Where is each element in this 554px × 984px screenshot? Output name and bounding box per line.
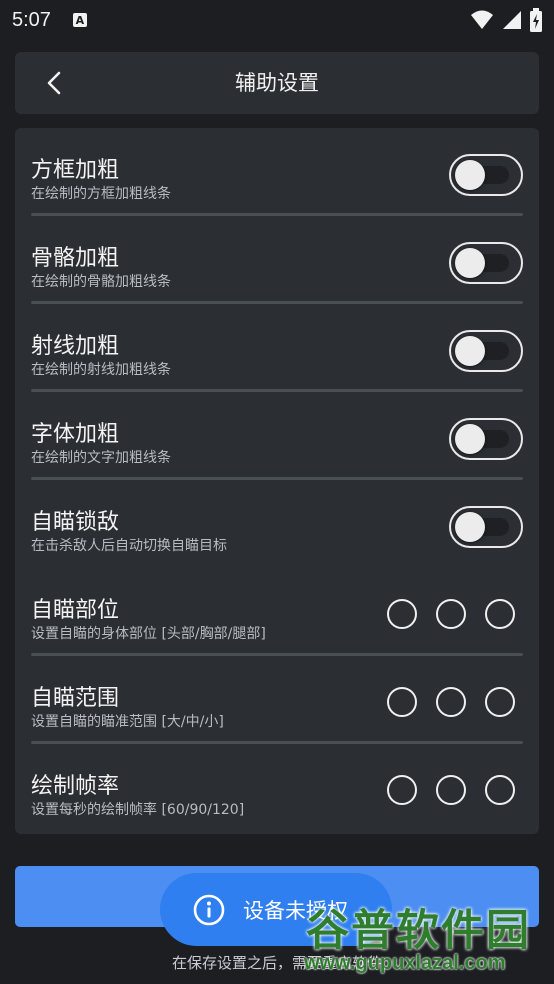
setting-row-aim-part: 自瞄部位 设置自瞄的身体部位 [头部/胸部/腿部] xyxy=(31,568,523,656)
setting-row-ray-bold: 射线加粗 在绘制的射线加粗线条 xyxy=(31,304,523,392)
radio-option-large[interactable] xyxy=(387,687,417,717)
setting-row-frame-rate: 绘制帧率 设置每秒的绘制帧率 [60/90/120] xyxy=(31,744,523,832)
radio-option-head[interactable] xyxy=(387,599,417,629)
setting-subtitle: 设置每秒的绘制帧率 [60/90/120] xyxy=(31,802,245,818)
ray-bold-toggle[interactable] xyxy=(449,330,523,372)
box-bold-toggle[interactable] xyxy=(449,154,523,196)
radio-option-leg[interactable] xyxy=(485,599,515,629)
toggle-knob xyxy=(455,424,485,454)
radio-option-chest[interactable] xyxy=(436,599,466,629)
setting-title: 自瞄范围 xyxy=(31,686,120,711)
setting-row-font-bold: 字体加粗 在绘制的文字加粗线条 xyxy=(31,392,523,480)
status-icons xyxy=(470,8,542,32)
setting-subtitle: 在绘制的射线加粗线条 xyxy=(31,362,171,378)
wifi-icon xyxy=(471,10,493,29)
setting-title: 字体加粗 xyxy=(31,422,120,447)
setting-title: 绘制帧率 xyxy=(31,774,120,799)
status-time: 5:07 xyxy=(12,8,51,31)
setting-title: 射线加粗 xyxy=(31,334,120,359)
radio-option-120[interactable] xyxy=(485,775,515,805)
frame-rate-options xyxy=(387,775,515,805)
setting-subtitle: 在击杀敌人后自动切换自瞄目标 xyxy=(31,538,227,554)
radio-option-medium[interactable] xyxy=(436,687,466,717)
setting-subtitle: 在绘制的文字加粗线条 xyxy=(31,450,171,466)
toggle-knob xyxy=(455,248,485,278)
watermark-url: www.gupuxlazal.com xyxy=(304,952,506,974)
page-title: 辅助设置 xyxy=(235,71,319,95)
aim-range-options xyxy=(387,687,515,717)
setting-row-box-bold: 方框加粗 在绘制的方框加粗线条 xyxy=(31,128,523,216)
status-bar: 5:07 A xyxy=(0,0,554,40)
setting-row-bone-bold: 骨骼加粗 在绘制的骨骼加粗线条 xyxy=(31,216,523,304)
setting-subtitle: 设置自瞄的身体部位 [头部/胸部/腿部] xyxy=(31,626,266,642)
radio-option-small[interactable] xyxy=(485,687,515,717)
info-icon xyxy=(193,894,225,925)
settings-card: 方框加粗 在绘制的方框加粗线条 骨骼加粗 在绘制的骨骼加粗线条 射线加粗 在绘制… xyxy=(15,128,539,834)
setting-subtitle: 在绘制的骨骼加粗线条 xyxy=(31,274,171,290)
toggle-knob xyxy=(455,512,485,542)
site-watermark: 谷普软件园 www.gupuxlazal.com xyxy=(300,894,554,984)
app-notification-icon: A xyxy=(72,13,87,27)
setting-subtitle: 在绘制的方框加粗线条 xyxy=(31,186,171,202)
aim-lock-toggle[interactable] xyxy=(449,506,523,548)
battery-icon xyxy=(530,8,542,32)
setting-subtitle: 设置自瞄的瞄准范围 [大/中/小] xyxy=(31,714,224,730)
font-bold-toggle[interactable] xyxy=(449,418,523,460)
toggle-knob xyxy=(455,336,485,366)
watermark-logo-text: 谷普软件园 xyxy=(306,906,531,956)
setting-row-aim-range: 自瞄范围 设置自瞄的瞄准范围 [大/中/小] xyxy=(31,656,523,744)
radio-option-90[interactable] xyxy=(436,775,466,805)
bone-bold-toggle[interactable] xyxy=(449,242,523,284)
signal-icon xyxy=(503,11,521,29)
header-bar: 辅助设置 xyxy=(15,52,539,114)
setting-title: 方框加粗 xyxy=(31,158,120,183)
setting-title: 骨骼加粗 xyxy=(31,246,120,271)
radio-option-60[interactable] xyxy=(387,775,417,805)
setting-title: 自瞄部位 xyxy=(31,598,120,623)
toggle-knob xyxy=(455,160,485,190)
aim-part-options xyxy=(387,599,515,629)
setting-row-aim-lock: 自瞄锁敌 在击杀敌人后自动切换自瞄目标 xyxy=(31,480,523,568)
setting-title: 自瞄锁敌 xyxy=(31,510,120,535)
